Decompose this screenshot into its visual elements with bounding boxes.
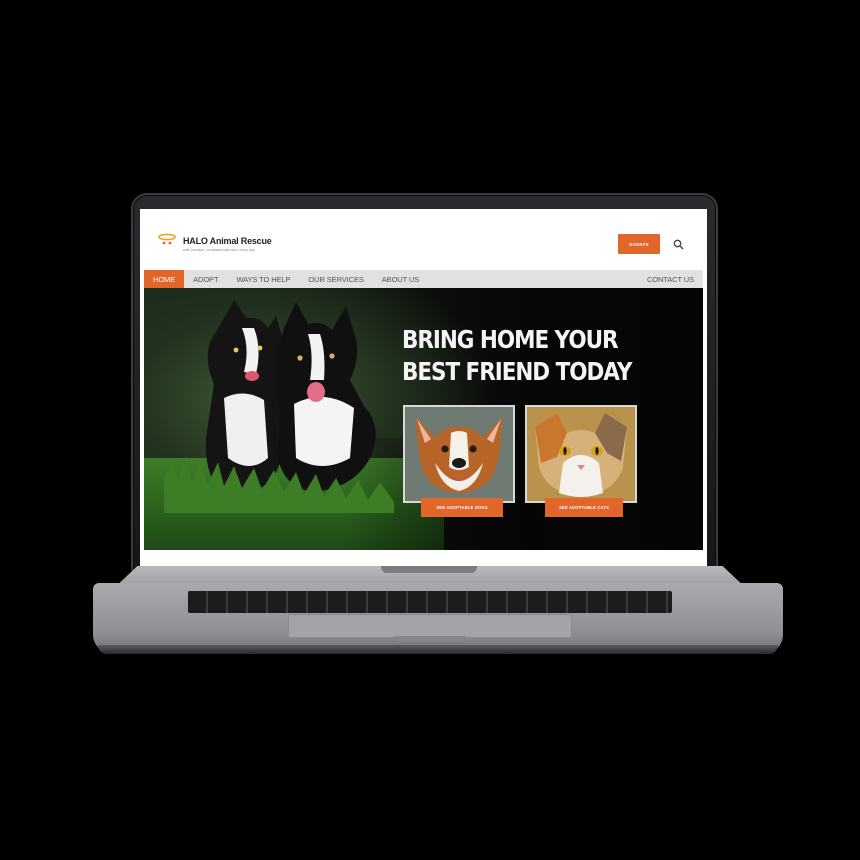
- laptop-base-lip: [98, 645, 778, 654]
- page-below-fold: [140, 550, 707, 566]
- browser-viewport: HALO Animal Rescue safe, humane, compass…: [140, 209, 707, 566]
- calico-cat-photo: [527, 407, 635, 501]
- see-adoptable-cats-button[interactable]: SEE ADOPTABLE CATS: [545, 498, 623, 517]
- nav-item-about-us[interactable]: ABOUT US: [373, 270, 428, 288]
- site-header: HALO Animal Rescue safe, humane, compass…: [140, 209, 707, 270]
- nav-item-our-services[interactable]: OUR SERVICES: [299, 270, 372, 288]
- border-collies-photo: [164, 300, 394, 513]
- search-icon[interactable]: [673, 239, 684, 250]
- hero-headline: BRING HOME YOUR BEST FRIEND TODAY: [402, 324, 660, 388]
- see-adoptable-dogs-button[interactable]: SEE ADOPTABLE DOGS: [421, 498, 503, 517]
- nav-item-adopt[interactable]: ADOPT: [184, 270, 227, 288]
- nav-item-ways-to-help[interactable]: WAYS TO HELP: [227, 270, 299, 288]
- laptop-thumb-notch: [394, 636, 466, 642]
- nav-item-home[interactable]: HOME: [144, 270, 185, 288]
- cat-photo-card[interactable]: [525, 405, 637, 503]
- terrier-dog-photo: [405, 407, 513, 501]
- laptop-mockup: HALO Animal Rescue safe, humane, compass…: [0, 0, 860, 860]
- laptop-keyboard: [188, 591, 672, 613]
- main-nav: HOME ADOPT WAYS TO HELP OUR SERVICES ABO…: [144, 270, 703, 288]
- donate-button[interactable]: DONATE: [618, 234, 660, 254]
- halo-logo-icon[interactable]: [156, 233, 178, 250]
- brand-tagline: safe, humane, compassionate care, every …: [183, 248, 255, 252]
- hero-banner: BRING HOME YOUR BEST FRIEND TODAY SEE AD…: [144, 288, 703, 550]
- hero-headline-line-2: BEST FRIEND TODAY: [402, 357, 632, 386]
- nav-item-contact-us[interactable]: CONTACT US: [638, 270, 703, 288]
- hero-headline-line-1: BRING HOME YOUR: [402, 325, 619, 354]
- laptop-trackpad: [288, 614, 572, 638]
- laptop-hinge: [381, 566, 477, 573]
- brand-name[interactable]: HALO Animal Rescue: [183, 236, 272, 246]
- dog-photo-card[interactable]: [403, 405, 515, 503]
